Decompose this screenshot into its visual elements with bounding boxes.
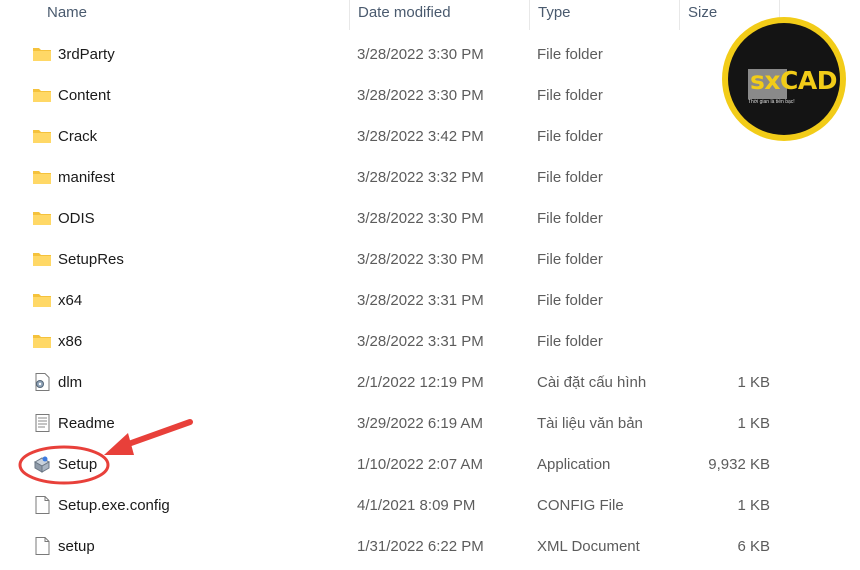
file-size <box>690 280 770 321</box>
logo-tagline: Thời gian là tiền bạc! <box>748 99 795 105</box>
file-row[interactable]: dlm 2/1/2022 12:19 PM Cài đặt cấu hình 1 KB <box>0 362 800 403</box>
file-name[interactable]: x64 <box>58 280 82 321</box>
file-type: File folder <box>537 333 603 350</box>
file-date-modified: 3/28/2022 3:30 PM <box>357 251 484 268</box>
logo-text: sxCAD <box>750 66 837 95</box>
file-date-modified: 3/28/2022 3:42 PM <box>357 128 484 145</box>
file-row[interactable]: Setup 1/10/2022 2:07 AM Application 9,932 K… <box>0 444 800 485</box>
file-name[interactable]: setup <box>58 526 95 567</box>
file-date-modified: 1/31/2022 6:22 PM <box>357 538 484 555</box>
config-file-icon <box>32 373 52 391</box>
file-size <box>690 198 770 239</box>
file-date-modified: 3/28/2022 3:31 PM <box>357 292 484 309</box>
file-type: File folder <box>537 87 603 104</box>
folder-icon <box>32 291 52 309</box>
file-date-modified: 3/28/2022 3:32 PM <box>357 169 484 186</box>
column-header-name-label: Name <box>47 4 88 21</box>
file-name[interactable]: Setup.exe.config <box>58 485 170 526</box>
file-size: 1 KB <box>737 374 770 391</box>
logo-inner-circle: sxCAD Thời gian là tiền bạc! <box>728 23 840 135</box>
file-row[interactable]: manifest 3/28/2022 3:32 PM File folder <box>0 157 800 198</box>
file-date-modified: 4/1/2021 8:09 PM <box>357 497 476 514</box>
file-row[interactable]: Setup.exe.config 4/1/2021 8:09 PM CONFIG F… <box>0 485 800 526</box>
file-size: 9,932 KB <box>708 456 770 473</box>
file-size <box>690 321 770 362</box>
file-name[interactable]: manifest <box>58 157 115 198</box>
file-row[interactable]: x86 3/28/2022 3:31 PM File folder <box>0 321 800 362</box>
file-row[interactable]: SetupRes 3/28/2022 3:30 PM File folder <box>0 239 800 280</box>
file-date-modified: 2/1/2022 12:19 PM <box>357 374 484 391</box>
file-type: File folder <box>537 292 603 309</box>
folder-icon <box>32 86 52 104</box>
file-row[interactable]: Readme 3/29/2022 6:19 AM Tài liệu văn bản 1… <box>0 403 800 444</box>
file-date-modified: 1/10/2022 2:07 AM <box>357 456 483 473</box>
file-row[interactable]: x64 3/28/2022 3:31 PM File folder <box>0 280 800 321</box>
file-size: 6 KB <box>737 538 770 555</box>
file-type: XML Document <box>537 538 640 555</box>
file-name[interactable]: Content <box>58 75 111 116</box>
file-row[interactable]: 3rdParty 3/28/2022 3:30 PM File folder <box>0 34 800 75</box>
column-header-size-label: Size <box>688 4 718 21</box>
file-type: Application <box>537 456 611 473</box>
file-size: 1 KB <box>737 497 770 514</box>
file-name[interactable]: ODIS <box>58 198 95 239</box>
file-name[interactable]: Setup <box>58 444 97 485</box>
text-file-icon <box>32 414 52 432</box>
setup-app-icon <box>32 455 52 473</box>
blank-file-icon <box>32 537 52 555</box>
file-name[interactable]: 3rdParty <box>58 34 115 75</box>
file-size: 1 KB <box>737 415 770 432</box>
column-header-type-label: Type <box>538 4 571 21</box>
blank-file-icon <box>32 496 52 514</box>
file-name[interactable]: Crack <box>58 116 97 157</box>
folder-icon <box>32 45 52 63</box>
file-type: File folder <box>537 128 603 145</box>
file-size <box>690 157 770 198</box>
column-header-date-label: Date modified <box>358 4 451 21</box>
file-row[interactable]: Crack 3/28/2022 3:42 PM File folder <box>0 116 800 157</box>
file-size <box>690 239 770 280</box>
file-type: Tài liệu văn bản <box>537 415 643 432</box>
file-type: File folder <box>537 169 603 186</box>
sxcad-logo: sxCAD Thời gian là tiền bạc! <box>722 17 846 141</box>
file-row[interactable]: Content 3/28/2022 3:30 PM File folder <box>0 75 800 116</box>
column-header-name[interactable]: Name <box>38 0 349 28</box>
folder-icon <box>32 168 52 186</box>
file-name[interactable]: Readme <box>58 403 115 444</box>
folder-icon <box>32 332 52 350</box>
file-date-modified: 3/28/2022 3:30 PM <box>357 210 484 227</box>
file-name[interactable]: SetupRes <box>58 239 124 280</box>
column-header-type[interactable]: Type <box>529 0 679 28</box>
file-row[interactable]: setup 1/31/2022 6:22 PM XML Document 6 KB <box>0 526 800 567</box>
column-header-date[interactable]: Date modified <box>349 0 529 28</box>
file-type: File folder <box>537 210 603 227</box>
folder-icon <box>32 127 52 145</box>
folder-icon <box>32 209 52 227</box>
column-header-bar: Name Date modified Type Size <box>0 0 860 30</box>
file-type: File folder <box>537 46 603 63</box>
file-type: CONFIG File <box>537 497 624 514</box>
file-date-modified: 3/28/2022 3:30 PM <box>357 46 484 63</box>
file-date-modified: 3/28/2022 3:31 PM <box>357 333 484 350</box>
file-row[interactable]: ODIS 3/28/2022 3:30 PM File folder <box>0 198 800 239</box>
folder-icon <box>32 250 52 268</box>
file-date-modified: 3/28/2022 3:30 PM <box>357 87 484 104</box>
file-name[interactable]: dlm <box>58 362 82 403</box>
file-date-modified: 3/29/2022 6:19 AM <box>357 415 483 432</box>
file-name[interactable]: x86 <box>58 321 82 362</box>
file-type: File folder <box>537 251 603 268</box>
file-type: Cài đặt cấu hình <box>537 374 647 391</box>
